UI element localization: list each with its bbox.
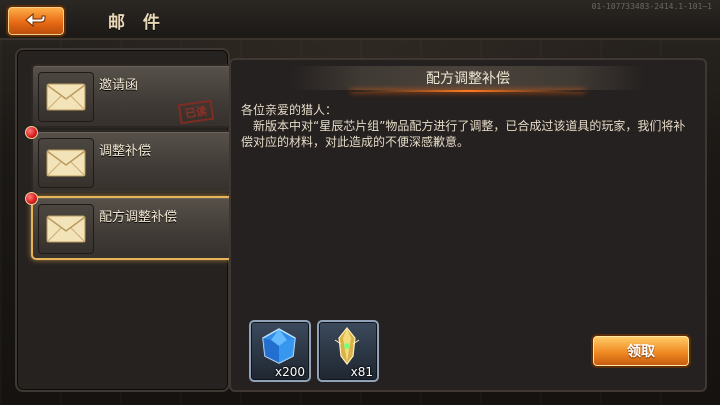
envelope-icon [46, 83, 86, 111]
envelope-box [38, 138, 94, 188]
mail-subject: 配方调整补偿 [99, 210, 178, 225]
reward-list: x200 x81 [249, 320, 379, 382]
reward-quantity: x200 [274, 365, 305, 379]
reward-quantity: x81 [350, 365, 373, 379]
mail-item-recipe-adjustment[interactable]: 配方调整补偿 [25, 192, 233, 260]
claim-button[interactable]: 领取 [591, 334, 691, 368]
envelope-box [38, 72, 94, 122]
mail-subject: 调整补偿 [99, 144, 152, 159]
unread-dot [25, 192, 38, 205]
mail-body: 各位亲爱的猎人： 新版本中对“星辰芯片组”物品配方进行了调整，已合成过该道具的玩… [241, 102, 691, 150]
mail-greeting: 各位亲爱的猎人： [241, 103, 338, 117]
top-bar: 邮 件 01-107733483-2414.1-101~1 [0, 0, 720, 40]
mail-item-adjustment[interactable]: 调整补偿 [25, 126, 233, 194]
back-button[interactable] [6, 5, 66, 37]
build-code: 01-107733483-2414.1-101~1 [591, 2, 712, 11]
mail-item-invitation[interactable]: 邀请函 已读 [31, 64, 233, 128]
reward-item[interactable]: x81 [317, 320, 379, 382]
mail-list-panel: 邀请函 已读 调整补偿 配方调整补偿 [15, 48, 233, 392]
detail-title: 配方调整补偿 [426, 71, 510, 87]
envelope-icon [46, 149, 86, 177]
gold-shard-icon [334, 327, 360, 365]
envelope-icon [46, 215, 86, 243]
mail-detail-panel: 配方调整补偿 各位亲爱的猎人： 新版本中对“星辰芯片组”物品配方进行了调整，已合… [229, 58, 707, 392]
detail-header: 配方调整补偿 [231, 62, 705, 94]
header-glow [351, 90, 585, 92]
mail-subject: 邀请函 [99, 78, 139, 93]
reward-item[interactable]: x200 [249, 320, 311, 382]
unread-dot [25, 126, 38, 139]
envelope-box [38, 204, 94, 254]
read-stamp: 已读 [177, 99, 215, 125]
blue-crystal-icon [262, 328, 296, 364]
back-arrow-icon [25, 12, 46, 28]
mail-body-text: 新版本中对“星辰芯片组”物品配方进行了调整，已合成过该道具的玩家，我们将补偿对应… [241, 119, 686, 149]
page-title: 邮 件 [108, 13, 166, 33]
